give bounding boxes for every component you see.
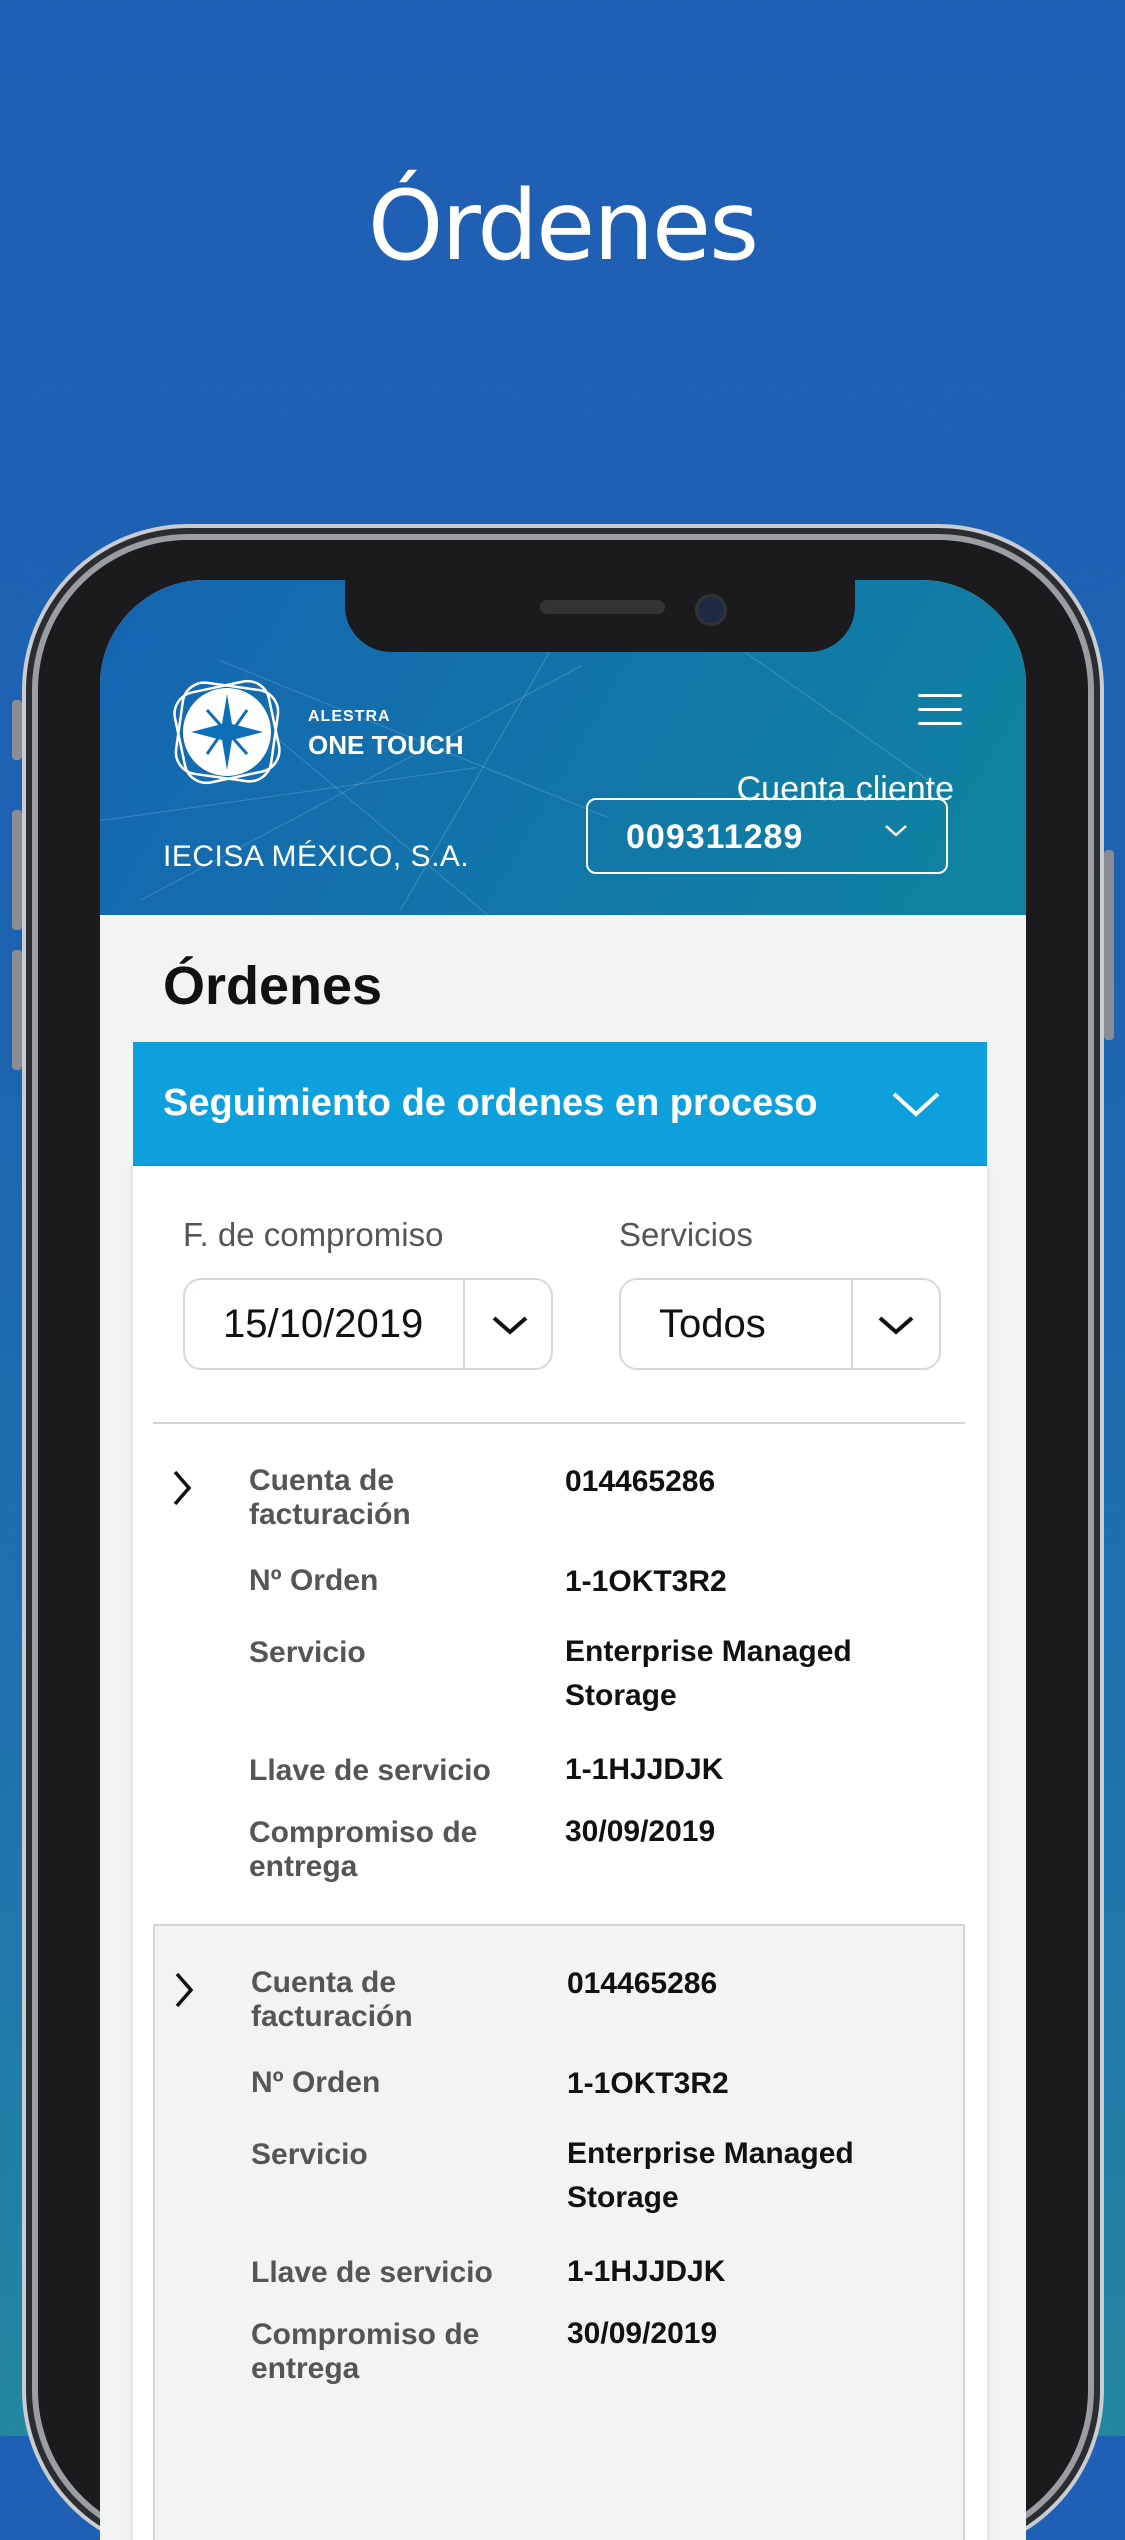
billing-account-label: Cuenta de facturación <box>251 1966 413 2033</box>
service-label: Servicio <box>251 2138 368 2171</box>
service-key-value: 1-1HJJDJK <box>565 1753 724 1786</box>
front-camera <box>695 594 727 626</box>
service-key-label: Llave de servicio <box>251 2256 493 2289</box>
account-value: 009311289 <box>626 818 804 856</box>
services-value: Todos <box>659 1302 766 1346</box>
phone-screen: ALESTRA ONE TOUCH Cuenta cliente 0093112… <box>100 580 1026 2540</box>
order-number-value: 1-1OKT3R2 <box>565 1565 727 1598</box>
delivery-commitment-value: 30/09/2019 <box>567 2317 718 2350</box>
order-item: Cuenta de facturación 014465286 Nº Orden… <box>153 1924 965 2540</box>
order-number-label: Nº Orden <box>251 2066 381 2099</box>
order-number-value: 1-1OKT3R2 <box>567 2067 729 2100</box>
services-filter-label: Servicios <box>619 1216 753 1253</box>
delivery-commitment-label: Compromiso de entrega <box>251 2318 480 2385</box>
chevron-down-icon <box>877 1314 915 1341</box>
volume-up-button <box>12 810 22 930</box>
volume-down-button <box>12 950 22 1070</box>
service-key-value: 1-1HJJDJK <box>567 2255 726 2288</box>
chevron-right-icon[interactable] <box>173 1970 203 2010</box>
service-value: Enterprise Managed Storage <box>565 1635 852 1712</box>
date-select[interactable]: 15/10/2019 <box>183 1278 553 1370</box>
chevron-right-icon[interactable] <box>171 1468 201 1508</box>
company-name: IECISA MÉXICO, S.A. <box>163 840 470 873</box>
billing-account-label: Cuenta de facturación <box>249 1464 411 1531</box>
notch <box>345 580 855 652</box>
chevron-down-icon <box>891 1090 941 1123</box>
brand-name: ONE TOUCH <box>308 730 464 760</box>
services-select[interactable]: Todos <box>619 1278 941 1370</box>
speaker <box>540 600 665 614</box>
alestra-logo <box>163 672 293 792</box>
brand-small-text: ALESTRA <box>308 708 391 725</box>
billing-account-value: 014465286 <box>565 1465 716 1498</box>
marketing-title: Órdenes <box>367 170 759 282</box>
page-title: Órdenes <box>163 956 383 1016</box>
billing-account-value: 014465286 <box>567 1967 718 2000</box>
service-label: Servicio <box>249 1636 366 1669</box>
phone-frame: ALESTRA ONE TOUCH Cuenta cliente 0093112… <box>12 540 1114 2540</box>
orders-in-process-accordion[interactable]: Seguimiento de ordenes en proceso <box>133 1042 987 1166</box>
mute-switch <box>12 700 22 760</box>
service-value: Enterprise Managed Storage <box>567 2137 854 2214</box>
service-key-label: Llave de servicio <box>249 1754 491 1787</box>
hamburger-menu-icon[interactable] <box>918 694 962 730</box>
chevron-down-icon <box>884 824 908 843</box>
order-number-label: Nº Orden <box>249 1564 379 1597</box>
date-value: 15/10/2019 <box>223 1302 424 1346</box>
date-filter-label: F. de compromiso <box>183 1216 444 1253</box>
accordion-label: Seguimiento de ordenes en proceso <box>163 1082 818 1124</box>
account-select[interactable]: 009311289 <box>586 798 948 874</box>
delivery-commitment-value: 30/09/2019 <box>565 1815 716 1848</box>
power-button <box>1104 850 1114 1040</box>
chevron-down-icon <box>491 1314 529 1341</box>
orders-panel: F. de compromiso 15/10/2019 Servicios To… <box>133 1166 987 2540</box>
delivery-commitment-label: Compromiso de entrega <box>249 1816 478 1883</box>
order-item: Cuenta de facturación 014465286 Nº Orden… <box>153 1424 965 1914</box>
